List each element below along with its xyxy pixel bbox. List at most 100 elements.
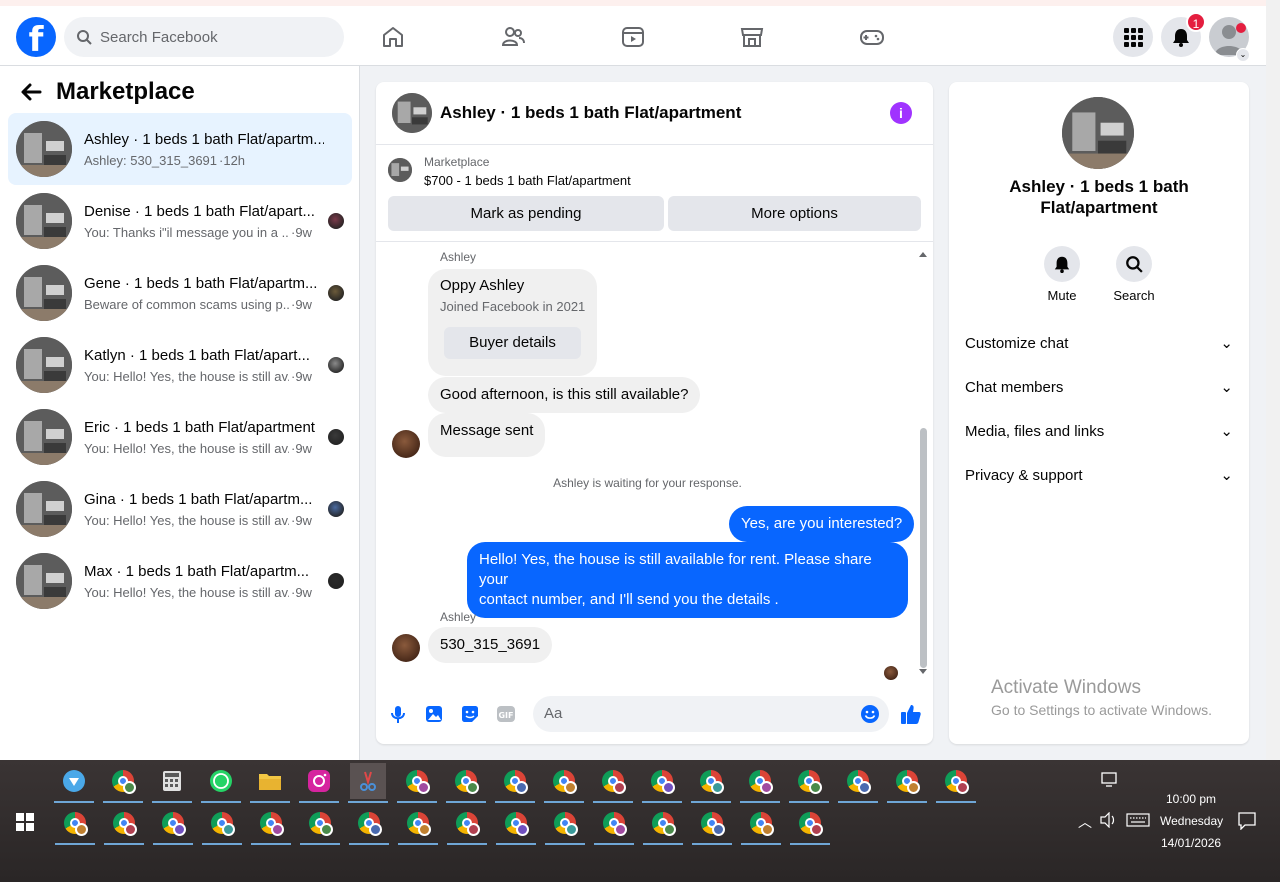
message-line: contact number, and I'll send you the de… [479,591,779,608]
chrome-profile-icon[interactable] [398,805,438,845]
file-explorer-icon[interactable] [250,763,290,803]
photo-icon[interactable] [424,704,444,724]
sender-avatar[interactable] [392,430,420,458]
gaming-icon[interactable] [855,20,889,54]
conversation-name: Denise · 1 beds 1 bath Flat/apart... [84,202,315,220]
chrome-profile-icon[interactable] [741,805,781,845]
clock-time[interactable]: 10:00 pm [1166,792,1216,806]
message-thread: Ashley Oppy Ashley Joined Facebook in 20… [376,243,933,683]
chevron-up-icon[interactable]: ︿ [1078,812,1092,832]
more-options-button[interactable]: More options [668,196,921,231]
snipping-tool-icon[interactable] [348,763,388,803]
clock-day[interactable]: Wednesday [1160,814,1223,828]
scroll-thumb[interactable] [920,428,927,668]
conversation-item[interactable]: Denise · 1 beds 1 bath Flat/apart... You:… [8,185,352,257]
running-indicator [54,801,94,803]
chrome-profile-icon[interactable] [838,763,878,803]
windows-start-icon[interactable] [16,813,34,831]
chrome-profile-icon[interactable] [202,805,242,845]
mute-button[interactable]: Mute [1032,246,1092,303]
sender-name: Ashley [440,610,477,624]
chrome-profile-icon[interactable] [349,805,389,845]
running-indicator [55,843,95,845]
running-indicator [496,843,536,845]
chrome-profile-icon[interactable] [692,805,732,845]
marketplace-icon[interactable] [735,20,769,54]
menu-grid-button[interactable] [1113,17,1153,57]
running-indicator [153,843,193,845]
chrome-profile-icon[interactable] [103,763,143,803]
whatsapp-icon[interactable] [201,763,241,803]
keyboard-icon[interactable] [1126,813,1150,827]
chrome-profile-icon[interactable] [887,763,927,803]
conversation-item[interactable]: Eric · 1 beds 1 bath Flat/apartment You: … [8,401,352,473]
facebook-logo[interactable]: f [16,17,56,57]
chrome-profile-icon[interactable] [594,805,634,845]
mark-as-pending-button[interactable]: Mark as pending [388,196,664,231]
chrome-profile-icon[interactable] [447,805,487,845]
notification-center-icon[interactable] [1238,812,1256,830]
chrome-profile-icon[interactable] [936,763,976,803]
emoji-icon[interactable] [860,704,880,724]
chrome-profile-icon[interactable] [642,763,682,803]
customize-chat-row[interactable]: Customize chat ⌄ [965,334,1233,353]
search-in-chat-button[interactable]: Search [1104,246,1164,303]
conversation-item[interactable]: Katlyn · 1 beds 1 bath Flat/apart... You:… [8,329,352,401]
volume-icon[interactable] [1100,812,1118,828]
info-icon[interactable]: i [890,102,912,124]
store-app-icon[interactable] [54,763,94,803]
chrome-profile-icon[interactable] [104,805,144,845]
chrome-profile-icon[interactable] [496,805,536,845]
search-facebook-input[interactable]: Search Facebook [64,17,344,57]
chrome-profile-icon[interactable] [643,805,683,845]
back-arrow-icon[interactable] [20,81,42,103]
friends-icon[interactable] [496,20,530,54]
chrome-profile-icon[interactable] [446,763,486,803]
calculator-icon[interactable] [152,763,192,803]
chrome-profile-icon[interactable] [691,763,731,803]
media-files-links-row[interactable]: Media, files and links ⌄ [965,422,1233,441]
chat-scrollbar[interactable] [918,250,928,678]
participant-avatar [328,213,344,229]
chrome-profile-icon[interactable] [789,763,829,803]
conversation-item[interactable]: Gina · 1 beds 1 bath Flat/apartm... You: … [8,473,352,545]
chrome-profile-icon[interactable] [544,763,584,803]
chrome-profile-icon[interactable] [397,763,437,803]
page-scrollbar[interactable] [1266,0,1280,760]
conversation-name: Gene · 1 beds 1 bath Flat/apartm... [84,274,318,292]
message-line: Hello! Yes, the house is still available… [479,551,872,588]
chrome-profile-icon[interactable] [740,763,780,803]
sticker-icon[interactable] [460,704,480,724]
chrome-profile-icon[interactable] [790,805,830,845]
listing-photo[interactable] [1062,97,1134,169]
chat-members-row[interactable]: Chat members ⌄ [965,378,1233,397]
clock-date[interactable]: 14/01/2026 [1161,836,1221,850]
chat-title: Ashley · 1 beds 1 bath Flat/apartment [440,103,742,122]
conversation-preview: You: Hello! Yes, the house is still av..… [84,368,289,384]
chrome-profile-icon[interactable] [251,805,291,845]
conversation-item[interactable]: Max · 1 beds 1 bath Flat/apartm... You: H… [8,545,352,617]
microphone-icon[interactable] [388,704,408,724]
chrome-profile-icon[interactable] [545,805,585,845]
privacy-support-row[interactable]: Privacy & support ⌄ [965,466,1233,485]
listing-price[interactable]: $700 - 1 beds 1 bath Flat/apartment [424,173,631,188]
buyer-details-button[interactable]: Buyer details [444,327,581,359]
chrome-profile-icon[interactable] [495,763,535,803]
conversation-item[interactable]: Ashley · 1 beds 1 bath Flat/apartm... Ash… [8,113,352,185]
thumbs-up-icon[interactable] [900,703,922,725]
chrome-profile-icon[interactable] [55,805,95,845]
conversation-time: ·9w [291,224,312,240]
conversation-item[interactable]: Gene · 1 beds 1 bath Flat/apartm... Bewar… [8,257,352,329]
chrome-profile-icon[interactable] [153,805,193,845]
instagram-icon[interactable] [299,763,339,803]
message-input[interactable]: Aa [533,696,889,732]
chevron-down-icon[interactable]: ⌄ [1236,48,1250,62]
network-icon[interactable] [1101,772,1119,788]
chat-thumbnail[interactable] [392,93,432,133]
chrome-profile-icon[interactable] [300,805,340,845]
gif-icon[interactable]: GIF [496,704,516,724]
sender-avatar[interactable] [392,634,420,662]
chrome-profile-icon[interactable] [593,763,633,803]
home-icon[interactable] [376,20,410,54]
video-icon[interactable] [616,20,650,54]
